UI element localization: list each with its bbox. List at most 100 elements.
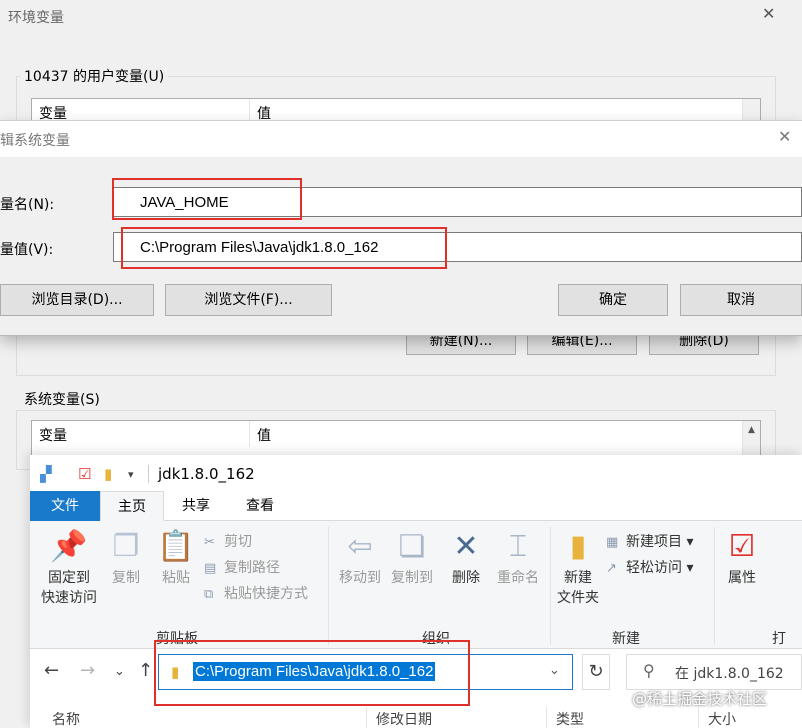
chevron-down-icon[interactable]: ⌄ xyxy=(549,663,560,678)
organize-group-label: 组织 xyxy=(422,631,450,647)
variable-value-input[interactable] xyxy=(113,232,802,262)
easy-access-icon: ↗ xyxy=(606,561,617,576)
copy-path-icon: ▤ xyxy=(204,561,217,576)
copy-button[interactable]: ❐ 复制 xyxy=(104,527,148,587)
move-to-button[interactable]: ⇦ 移动到 xyxy=(334,527,386,587)
new-folder-line1: 新建 xyxy=(564,570,592,586)
divider xyxy=(328,527,329,645)
dialog-title: 辑系统变量 xyxy=(0,133,70,149)
system-variables-list[interactable]: 变量 值 ▲ xyxy=(31,420,761,460)
ribbon-home: 📌 固定到 快速访问 ❐ 复制 📋 粘贴 ✂ 剪切 ▤ 复制路径 ⧉ 粘贴快捷方式 剪… xyxy=(30,521,802,649)
copy-path-label: 复制路径 xyxy=(224,560,280,576)
copy-icon: ❐ xyxy=(112,529,140,564)
properties-button[interactable]: ☑ 属性 xyxy=(720,527,764,587)
close-icon[interactable]: ✕ xyxy=(762,4,775,23)
folder-icon: ▮ xyxy=(569,529,587,564)
divider xyxy=(714,527,715,645)
column-header-type[interactable]: 类型 xyxy=(556,709,584,728)
up-arrow-icon[interactable]: ↑ xyxy=(138,660,153,681)
column-header-name[interactable]: 名称 xyxy=(52,709,80,728)
paste-icon: 📋 xyxy=(157,529,195,564)
scissors-icon: ✂ xyxy=(204,535,215,550)
column-header-size[interactable]: 大小 xyxy=(708,709,736,728)
pin-label-line1: 固定到 xyxy=(48,570,90,586)
edit-system-variable-dialog: 辑系统变量 ✕ 量名(N): 量值(V): 浏览目录(D)... 浏览文件(F)… xyxy=(0,120,802,336)
search-icon: ⚲ xyxy=(643,661,655,680)
watermark: @稀土掘金技术社区 xyxy=(632,690,768,708)
dialog-title: 环境变量 xyxy=(8,10,64,26)
system-variables-label: 系统变量(S) xyxy=(20,389,104,409)
back-arrow-icon[interactable]: ← xyxy=(44,660,59,681)
pin-label-line2: 快速访问 xyxy=(41,590,97,606)
refresh-icon[interactable]: ↻ xyxy=(582,654,610,690)
tab-view[interactable]: 查看 xyxy=(228,491,292,521)
scrollbar-up-arrow-icon[interactable]: ▲ xyxy=(742,421,760,459)
divider xyxy=(148,465,149,483)
new-folder-line2: 文件夹 xyxy=(557,590,599,606)
ribbon-tabs: 文件 主页 共享 查看 xyxy=(30,491,802,521)
paste-shortcut-button[interactable]: ⧉ 粘贴快捷方式 xyxy=(204,583,308,603)
paste-label: 粘贴 xyxy=(162,570,190,586)
tab-file[interactable]: 文件 xyxy=(30,491,100,521)
rename-button[interactable]: ⌶ 重命名 xyxy=(492,527,544,587)
divider xyxy=(550,527,551,645)
new-item-icon: ▦ xyxy=(606,535,619,550)
window-title: jdk1.8.0_162 xyxy=(158,465,255,483)
column-header-variable[interactable]: 变量 xyxy=(32,421,250,447)
user-variables-label: 10437 的用户变量(U) xyxy=(20,66,169,86)
rename-icon: ⌶ xyxy=(509,529,527,564)
tab-home[interactable]: 主页 xyxy=(100,491,164,521)
close-icon[interactable]: ✕ xyxy=(778,127,791,146)
paste-shortcut-icon: ⧉ xyxy=(204,587,214,602)
paste-button[interactable]: 📋 粘贴 xyxy=(154,527,198,587)
address-text: C:\Program Files\Java\jdk1.8.0_162 xyxy=(193,662,436,681)
column-header-value[interactable]: 值 xyxy=(250,421,740,447)
copy-to-icon: ❏ xyxy=(398,529,426,564)
explorer-app-icon: ▞ xyxy=(40,465,52,483)
cancel-button[interactable]: 取消 xyxy=(680,284,802,316)
browse-file-button[interactable]: 浏览文件(F)... xyxy=(165,284,332,316)
pin-to-quick-access-button[interactable]: 📌 固定到 快速访问 xyxy=(36,527,102,607)
search-placeholder: 在 jdk1.8.0_162 xyxy=(675,666,784,682)
cut-label: 剪切 xyxy=(224,534,252,550)
new-group-label: 新建 xyxy=(612,631,640,647)
delete-x-icon: ✕ xyxy=(453,529,479,564)
folder-icon: ▮ xyxy=(171,663,180,681)
new-item-button[interactable]: ▦ 新建项目 ▾ xyxy=(606,531,693,551)
copy-label: 复制 xyxy=(112,570,140,586)
divider xyxy=(366,707,367,728)
divider xyxy=(698,707,699,728)
variable-name-label: 量名(N): xyxy=(0,197,55,213)
variable-name-input[interactable] xyxy=(113,187,802,217)
delete-label: 删除 xyxy=(452,570,480,586)
browse-directory-button[interactable]: 浏览目录(D)... xyxy=(0,284,154,316)
copy-to-label: 复制到 xyxy=(391,570,433,586)
search-box[interactable]: ⚲ 在 jdk1.8.0_162 xyxy=(626,654,802,690)
quick-access-toolbar: ▞ ☑ ▮ ▾ jdk1.8.0_162 xyxy=(30,455,802,491)
new-folder-icon[interactable]: ▮ xyxy=(104,465,112,483)
tab-share[interactable]: 共享 xyxy=(164,491,228,521)
divider xyxy=(546,707,547,728)
pin-icon: 📌 xyxy=(50,529,88,564)
properties-label: 属性 xyxy=(728,570,756,586)
recent-locations-chevron-icon[interactable]: ⌄ xyxy=(114,664,125,679)
move-to-label: 移动到 xyxy=(339,570,381,586)
copy-path-button[interactable]: ▤ 复制路径 xyxy=(204,557,280,577)
properties-check-icon[interactable]: ☑ xyxy=(78,465,91,483)
paste-shortcut-label: 粘贴快捷方式 xyxy=(224,586,308,602)
address-input[interactable]: ▮ C:\Program Files\Java\jdk1.8.0_162 ⌄ xyxy=(158,654,573,690)
new-folder-button[interactable]: ▮ 新建 文件夹 xyxy=(554,527,602,607)
forward-arrow-icon[interactable]: → xyxy=(80,660,95,681)
customize-toolbar-dropdown-icon[interactable]: ▾ xyxy=(128,468,134,481)
variable-value-label: 量值(V): xyxy=(0,242,54,258)
clipboard-group-label: 剪贴板 xyxy=(156,631,198,647)
rename-label: 重命名 xyxy=(497,570,539,586)
easy-access-label: 轻松访问 xyxy=(626,560,682,576)
cut-button[interactable]: ✂ 剪切 xyxy=(204,531,252,551)
ok-button[interactable]: 确定 xyxy=(558,284,668,316)
copy-to-button[interactable]: ❏ 复制到 xyxy=(386,527,438,587)
file-list-header: 名称 修改日期 类型 大小 xyxy=(30,707,802,728)
easy-access-button[interactable]: ↗ 轻松访问 ▾ xyxy=(606,557,693,577)
column-header-date-modified[interactable]: 修改日期 xyxy=(376,709,432,728)
delete-button[interactable]: ✕ 删除 xyxy=(444,527,488,587)
